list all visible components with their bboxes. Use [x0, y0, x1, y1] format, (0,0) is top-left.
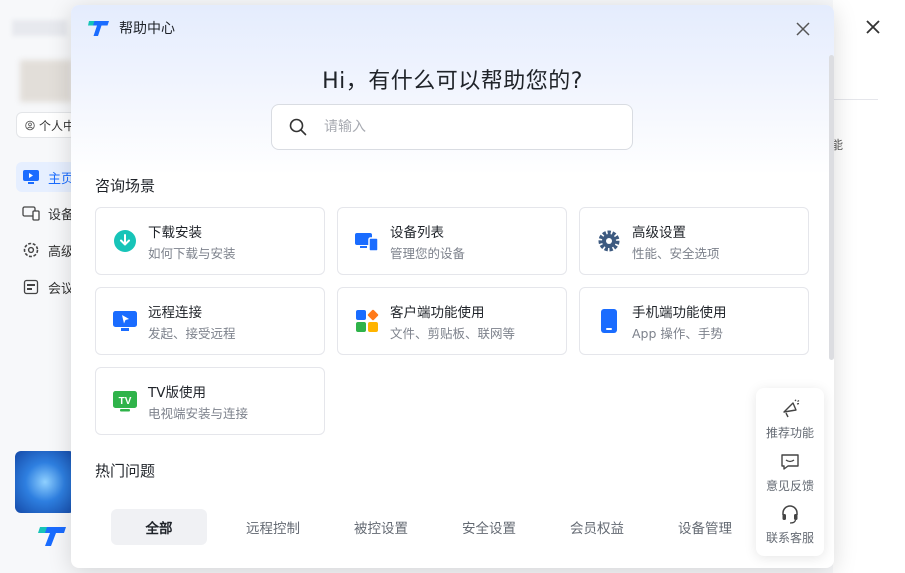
recommend-features-button[interactable]: 推荐功能: [766, 398, 814, 451]
dialog-header: 帮助中心: [71, 5, 834, 51]
dialog-title: 帮助中心: [119, 21, 175, 37]
nav-item-home[interactable]: 主页: [16, 162, 76, 192]
float-label: 意见反馈: [765, 478, 814, 493]
close-icon: [796, 22, 810, 36]
question-category-tabs: 全部 远程控制 被控设置 安全设置 会员权益 设备管理: [111, 509, 759, 545]
window-close-button[interactable]: [860, 14, 886, 40]
search-icon: [289, 118, 307, 136]
scenario-card-grid: 下载安装 如何下载与安装 设备列表 管理您的设备 高级设置 性能、安全选项 远程…: [95, 207, 809, 435]
svg-text:TV: TV: [119, 396, 132, 407]
user-icon: [25, 120, 35, 130]
card-title: 设备列表: [390, 224, 444, 241]
help-center-dialog: 帮助中心 Hi，有什么可以帮助您的? 咨询场景 下载安装 如何下载与安装 设备列…: [71, 5, 834, 568]
phone-icon: [596, 308, 622, 334]
hot-questions-heading: 热门问题: [95, 462, 156, 480]
settings-gear-icon: [596, 228, 622, 254]
card-mobile-features[interactable]: 手机端功能使用 App 操作、手势: [579, 287, 809, 355]
card-title: 高级设置: [632, 224, 686, 241]
download-icon: [112, 228, 138, 254]
card-tv-version[interactable]: TV TV版使用 电视端安装与连接: [95, 367, 325, 435]
card-subtitle: 性能、安全选项: [632, 245, 720, 261]
devices-icon: [22, 204, 40, 222]
apps-grid-icon: [354, 308, 380, 334]
headset-icon: [779, 503, 801, 525]
card-subtitle: 电视端安装与连接: [148, 405, 249, 421]
scrollbar[interactable]: [829, 55, 834, 360]
blurred-avatar: [20, 60, 72, 102]
scenarios-heading: 咨询场景: [95, 177, 156, 195]
card-remote-connection[interactable]: 远程连接 发起、接受远程: [95, 287, 325, 355]
nav-item-meeting[interactable]: 会议: [16, 272, 76, 302]
meeting-icon: [22, 278, 40, 296]
card-title: 手机端功能使用: [632, 304, 727, 321]
search-input[interactable]: [324, 119, 604, 135]
brand-logo-icon: [88, 21, 109, 36]
card-advanced-settings[interactable]: 高级设置 性能、安全选项: [579, 207, 809, 275]
card-client-features[interactable]: 客户端功能使用 文件、剪贴板、联网等: [337, 287, 567, 355]
feedback-button[interactable]: 意见反馈: [766, 451, 814, 504]
floating-action-panel: 推荐功能 意见反馈 联系客服: [756, 388, 824, 556]
tab-device-management[interactable]: 设备管理: [651, 509, 759, 545]
tab-controlled-settings[interactable]: 被控设置: [327, 509, 435, 545]
nav-item-advanced[interactable]: 高级: [16, 235, 76, 265]
greeting-heading: Hi，有什么可以帮助您的?: [322, 69, 583, 94]
monitor-icon: [22, 168, 40, 186]
remote-monitor-icon: [112, 308, 138, 334]
background-right-panel: [833, 0, 905, 573]
card-subtitle: App 操作、手势: [632, 325, 723, 341]
user-center-button[interactable]: 个人中: [16, 112, 76, 138]
card-download-install[interactable]: 下载安装 如何下载与安装: [95, 207, 325, 275]
tab-remote-control[interactable]: 远程控制: [219, 509, 327, 545]
feedback-icon: [779, 451, 801, 473]
card-title: 远程连接: [148, 304, 202, 321]
card-title: 下载安装: [148, 224, 202, 241]
card-subtitle: 如何下载与安装: [148, 245, 236, 261]
tab-security-settings[interactable]: 安全设置: [435, 509, 543, 545]
promo-globe-image[interactable]: [15, 451, 75, 513]
card-title: TV版使用: [148, 384, 206, 401]
background-sidebar: 个人中 主页 设备 高级 会议: [0, 0, 76, 573]
close-icon: [866, 20, 880, 34]
nav-item-devices[interactable]: 设备: [16, 198, 76, 228]
tv-icon: TV: [112, 388, 138, 414]
card-subtitle: 发起、接受远程: [148, 325, 236, 341]
card-subtitle: 文件、剪贴板、联网等: [390, 325, 516, 341]
float-label: 推荐功能: [765, 426, 814, 440]
contact-support-button[interactable]: 联系客服: [766, 503, 814, 556]
megaphone-icon: [779, 398, 801, 420]
float-label: 联系客服: [765, 531, 814, 546]
gear-icon: [22, 241, 40, 259]
card-device-list[interactable]: 设备列表 管理您的设备: [337, 207, 567, 275]
card-title: 客户端功能使用: [390, 304, 485, 321]
blurred-text: [12, 20, 67, 36]
divider: [833, 99, 878, 100]
user-center-label: 个人中: [38, 118, 75, 133]
card-subtitle: 管理您的设备: [390, 245, 466, 261]
app-logo-icon: [38, 527, 66, 546]
tab-all[interactable]: 全部: [111, 509, 207, 545]
search-box[interactable]: [271, 104, 633, 150]
dialog-close-button[interactable]: [792, 18, 814, 40]
device-list-icon: [354, 228, 380, 254]
tab-membership[interactable]: 会员权益: [543, 509, 651, 545]
